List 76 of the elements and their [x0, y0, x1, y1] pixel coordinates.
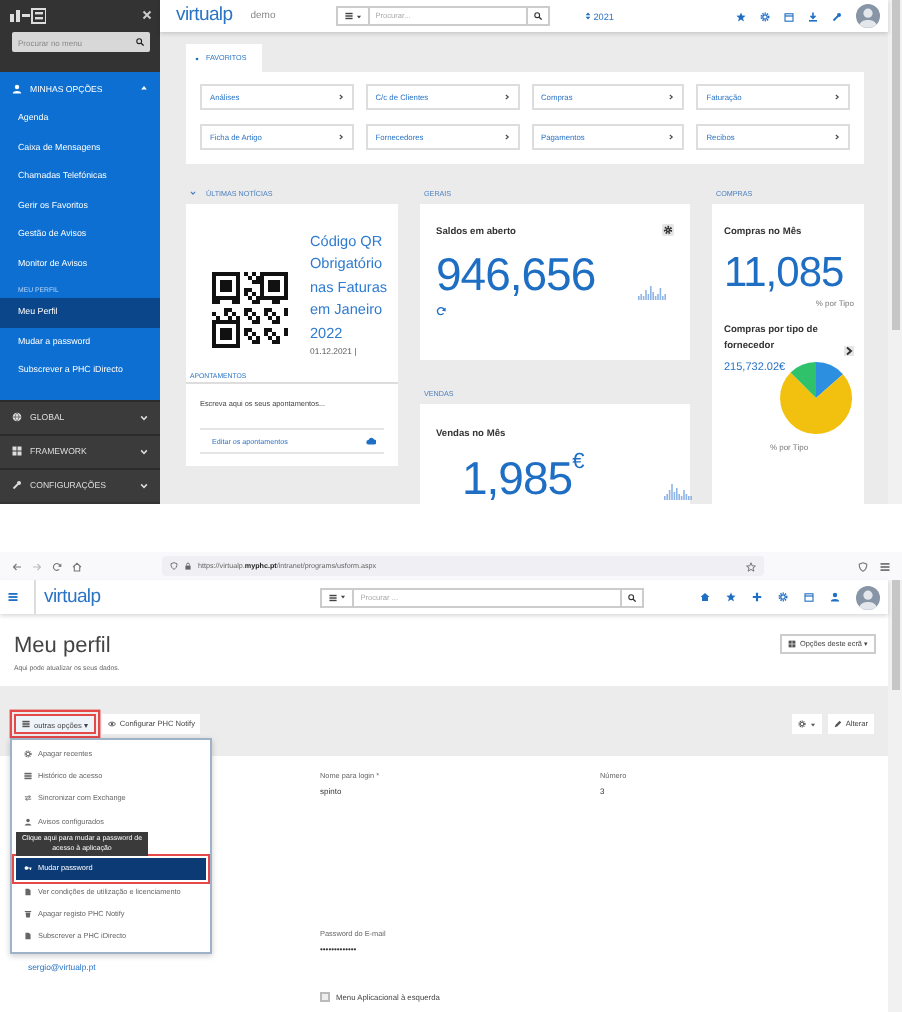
wrench-icon — [12, 480, 22, 490]
avatar-icon[interactable] — [856, 585, 880, 609]
person-icon — [12, 83, 22, 93]
eye-icon — [107, 720, 116, 728]
user-icon — [24, 817, 32, 826]
chevron-icon[interactable] — [844, 346, 854, 356]
calendar-icon[interactable] — [784, 11, 794, 21]
search-icon — [628, 593, 637, 601]
trash-icon — [24, 910, 32, 919]
user-icon[interactable] — [830, 592, 840, 602]
page-title: Meu perfil — [14, 634, 113, 658]
caret-icon — [340, 594, 347, 600]
home-icon[interactable] — [700, 592, 710, 602]
home-icon[interactable] — [72, 561, 82, 571]
reload-icon[interactable] — [52, 561, 62, 571]
chevron-icon — [337, 134, 344, 140]
search-icon[interactable] — [136, 38, 144, 46]
caret-icon — [809, 721, 816, 727]
chevron-icon — [834, 134, 840, 140]
menu-icon[interactable] — [880, 561, 890, 571]
avatar-icon[interactable] — [856, 4, 880, 28]
shield-icon[interactable] — [858, 561, 868, 571]
close-icon[interactable] — [142, 10, 152, 20]
lock-icon — [184, 562, 192, 570]
list-icon — [24, 772, 32, 781]
chevron-icon — [668, 134, 675, 140]
chevron-icon — [337, 94, 344, 100]
checkbox[interactable] — [320, 992, 330, 1002]
chevron-icon — [190, 190, 196, 196]
back-icon[interactable] — [12, 561, 22, 571]
scrollbar[interactable] — [888, 0, 902, 504]
star-icon[interactable] — [726, 592, 736, 602]
caret-icon — [140, 84, 148, 92]
gear-icon[interactable] — [662, 224, 674, 236]
caret-icon — [355, 13, 362, 19]
chevron-icon — [140, 447, 148, 455]
chevron-icon — [140, 413, 148, 421]
gear-icon[interactable] — [778, 592, 788, 602]
chevron-icon — [503, 134, 509, 140]
purchases-value: 11,085 — [724, 250, 846, 298]
calendar-icon[interactable] — [804, 592, 814, 602]
shield-icon — [170, 562, 178, 570]
gear-icon — [24, 749, 32, 758]
sync-icon — [24, 794, 32, 803]
menu-icon[interactable] — [8, 592, 18, 602]
brand-logo: virtualp — [176, 6, 233, 26]
balance-value: 946,656 — [436, 248, 596, 300]
gear-icon[interactable] — [760, 11, 770, 21]
cubes-icon — [12, 446, 22, 456]
list-icon — [328, 593, 339, 601]
star-icon[interactable] — [736, 11, 746, 21]
chevron-icon — [503, 94, 509, 100]
logo-icon — [10, 7, 46, 23]
list-icon — [22, 720, 30, 728]
cloud-icon[interactable] — [366, 436, 376, 446]
settings-button[interactable] — [791, 714, 822, 734]
globe-icon — [12, 412, 22, 422]
scrollbar[interactable] — [888, 580, 902, 1012]
download-icon[interactable] — [808, 11, 818, 21]
document-icon — [24, 932, 32, 941]
chevron-icon — [834, 94, 840, 100]
plus-icon[interactable] — [752, 592, 762, 602]
qr-code-drawing — [212, 272, 288, 348]
gear-icon — [797, 720, 806, 728]
chevron-icon — [668, 94, 675, 100]
sales-value: 1,985$^{€}$ — [462, 452, 584, 504]
dot-icon — [194, 55, 200, 61]
star-icon[interactable] — [746, 561, 756, 571]
document-icon — [24, 887, 32, 896]
chevron-icon — [140, 481, 148, 489]
wrench-icon[interactable] — [832, 11, 842, 21]
list-icon — [343, 12, 354, 20]
search-icon — [533, 12, 542, 20]
refresh-icon[interactable] — [436, 306, 446, 316]
pen-icon — [833, 720, 842, 728]
grid-icon — [788, 640, 797, 648]
